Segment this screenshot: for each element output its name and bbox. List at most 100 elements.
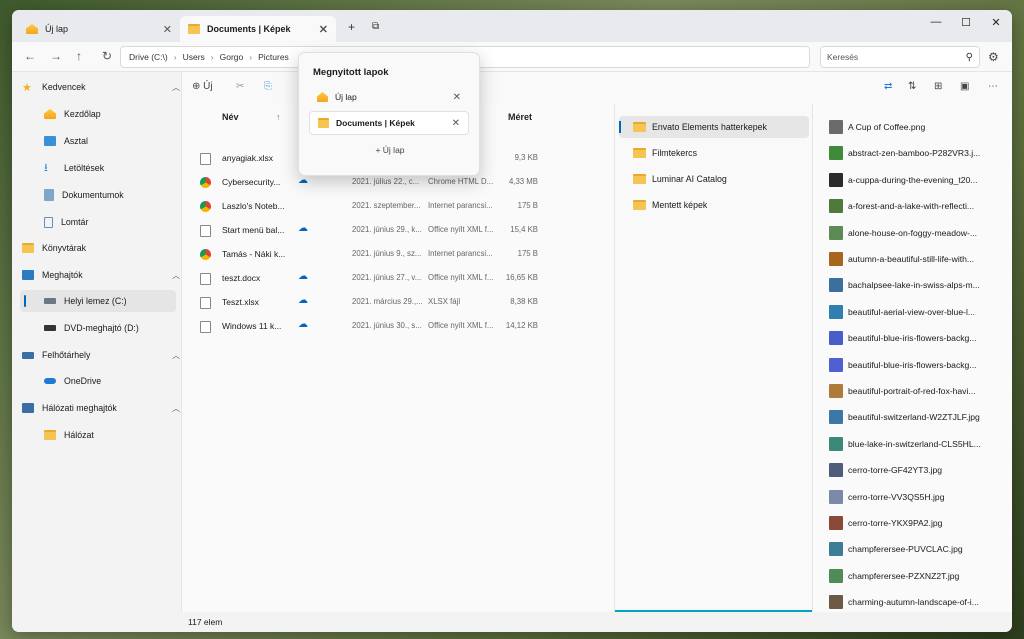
image-item[interactable]: abstract-zen-bamboo-P282VR3.j... [829, 142, 1011, 164]
image-item[interactable]: bachalpsee-lake-in-swiss-alps-m... [829, 274, 1011, 296]
image-name: abstract-zen-bamboo-P282VR3.j... [848, 148, 981, 159]
image-item[interactable]: beautiful-blue-iris-flowers-backg... [829, 354, 1011, 376]
folder-item[interactable]: Luminar AI Catalog [619, 168, 809, 190]
sidebar-item-kedvencek[interactable]: ★ Kedvencek ︿ [22, 76, 180, 98]
file-type: Office nyílt XML f... [428, 273, 494, 282]
file-row[interactable]: Teszt.xlsx ☁ 2021. március 29.,... XLSX fáj… [182, 292, 614, 314]
refresh-icon[interactable]: ↻ [102, 49, 112, 63]
tab-documents-kepek[interactable]: Documents | Képek ✕ [180, 16, 336, 42]
document-icon [200, 225, 211, 237]
search-input[interactable]: Keresés ⚲ [820, 46, 980, 68]
image-item[interactable]: beautiful-switzerland-W2ZTJLF.jpg [829, 406, 1011, 428]
breadcrumb-pictures[interactable]: Pictures [258, 52, 289, 62]
breadcrumb-drive[interactable]: Drive (C:\) [129, 52, 168, 62]
cut-icon[interactable]: ✂ [236, 81, 244, 92]
sidebar-item-asztal[interactable]: Asztal [44, 130, 88, 152]
tab-overview-icon[interactable]: ⧉ [372, 21, 379, 32]
share-icon[interactable]: ⇄ [884, 81, 892, 92]
sidebar-item-label: Kezdőlap [64, 109, 101, 119]
sidebar-item-dvd[interactable]: DVD-meghajtó (D:) [44, 317, 139, 339]
sort-ascending-icon[interactable]: ↑ [276, 112, 281, 122]
image-item[interactable]: A Cup of Coffee.png [829, 116, 1011, 138]
file-type: Internet parancsi... [428, 249, 493, 258]
chevron-up-icon[interactable]: ︿ [172, 270, 180, 281]
image-thumbnail-icon [829, 595, 843, 610]
close-icon[interactable]: ✕ [163, 23, 172, 36]
folder-item[interactable]: Envato Elements hatterkepek [619, 116, 809, 138]
sidebar-item-dokumentumok[interactable]: Dokumentumok [44, 184, 124, 206]
sidebar-item-letoltesek[interactable]: ⭳ Letöltések [44, 157, 104, 179]
file-size: 16,65 KB [505, 273, 538, 282]
sidebar-item-label: Letöltések [64, 163, 105, 173]
chevron-up-icon[interactable]: ︿ [172, 350, 180, 361]
image-item[interactable]: beautiful-aerial-view-over-blue-l... [829, 301, 1011, 323]
popup-tab-documents[interactable]: Documents | Képek ✕ [309, 111, 469, 135]
image-item[interactable]: cerro-torre-VV3QS5H.jpg [829, 486, 1011, 508]
add-tab-button[interactable]: + [348, 20, 355, 34]
new-button[interactable]: ⊕ Új [192, 81, 213, 92]
popup-new-tab-button[interactable]: + Új lap [299, 145, 481, 155]
breadcrumb-separator-icon: › [249, 52, 253, 62]
minimize-button[interactable]: — [922, 16, 950, 28]
image-item[interactable]: champferersee-PZXNZ2T.jpg [829, 565, 1011, 587]
close-window-button[interactable]: ✕ [982, 16, 1010, 29]
copy-icon[interactable]: ⎘ [264, 81, 272, 92]
close-icon[interactable]: ✕ [453, 92, 461, 103]
sidebar-item-felhotarhely[interactable]: Felhőtárhely ︿ [22, 344, 180, 366]
image-item[interactable]: alone-house-on-foggy-meadow-... [829, 222, 1011, 244]
view-options-icon[interactable]: ⊞ [934, 81, 942, 92]
file-row[interactable]: teszt.docx ☁ 2021. június 27., v... Office … [182, 268, 614, 290]
image-name: beautiful-aerial-view-over-blue-l... [848, 306, 976, 317]
chevron-up-icon[interactable]: ︿ [172, 403, 180, 414]
image-item[interactable]: champferersee-PUVCLAC.jpg [829, 538, 1011, 560]
sidebar-item-lomtar[interactable]: Lomtár [44, 211, 88, 233]
image-item[interactable]: blue-lake-in-switzerland-CLS5HL... [829, 433, 1011, 455]
sidebar-item-helyi-lemez[interactable]: Helyi lemez (C:) [20, 290, 176, 312]
sidebar-item-konyvtarak[interactable]: Könyvtárak [22, 237, 86, 259]
back-icon[interactable]: ← [24, 49, 36, 63]
image-name: champferersee-PUVCLAC.jpg [848, 544, 963, 555]
search-icon[interactable]: ⚲ [966, 52, 973, 63]
tab-new[interactable]: Új lap ✕ [18, 16, 180, 42]
folder-label: Mentett képek [652, 200, 708, 210]
image-item[interactable]: cerro-torre-GF42YT3.jpg [829, 459, 1011, 481]
sort-icon[interactable]: ⇅ [908, 81, 916, 92]
image-item[interactable]: beautiful-portrait-of-red-fox-havi... [829, 380, 1011, 402]
gear-icon[interactable]: ⚙ [988, 50, 999, 64]
file-row[interactable]: Laszlo's Noteb... 2021. szeptember... Inte… [182, 196, 614, 218]
chevron-up-icon[interactable]: ︿ [172, 82, 180, 93]
forward-icon[interactable]: → [50, 49, 62, 63]
more-options-icon[interactable]: ⋯ [988, 81, 998, 92]
folder-item[interactable]: Filmtekercs [619, 142, 809, 164]
column-header-name[interactable]: Név [222, 112, 239, 122]
sidebar-item-halozati-meghajtok[interactable]: Hálózati meghajtók ︿ [22, 397, 180, 419]
image-item[interactable]: charming-autumn-landscape-of-i... [829, 591, 1011, 613]
image-item[interactable]: autumn-a-beautiful-still-life-with... [829, 248, 1011, 270]
sidebar-item-halozat[interactable]: Hálózat [44, 424, 94, 446]
cloud-storage-icon [22, 351, 34, 359]
image-item[interactable]: a-cuppa-during-the-evening_t20... [829, 169, 1011, 191]
popup-tab-uj-lap[interactable]: Új lap ✕ [309, 85, 469, 109]
column-header-size[interactable]: Méret [508, 112, 532, 122]
image-item[interactable]: cerro-torre-YKX9PA2.jpg [829, 512, 1011, 534]
image-thumbnail-icon [829, 568, 843, 583]
file-row[interactable]: Tamás - Náki k... 2021. június 9., sz... I… [182, 244, 614, 266]
image-item[interactable]: beautiful-blue-iris-flowers-backg... [829, 327, 1011, 349]
file-type: Office nyílt XML f... [428, 321, 494, 330]
breadcrumb-users[interactable]: Users [183, 52, 205, 62]
folder-icon [22, 243, 34, 253]
sidebar-item-label: Hálózati meghajtók [42, 403, 117, 413]
file-row[interactable]: Start menü bal... ☁ 2021. június 29., k...… [182, 220, 614, 242]
close-icon[interactable]: ✕ [319, 23, 328, 36]
folder-item[interactable]: Mentett képek [619, 194, 809, 216]
maximize-button[interactable]: ☐ [952, 16, 980, 29]
sidebar-item-kezdolap[interactable]: Kezdőlap [44, 103, 101, 125]
up-icon[interactable]: ↑ [76, 49, 82, 63]
sidebar-item-meghajtok[interactable]: Meghajtók ︿ [22, 264, 180, 286]
preview-pane-icon[interactable]: ▣ [960, 81, 969, 92]
file-row[interactable]: Windows 11 k... ☁ 2021. június 30., s... Of… [182, 316, 614, 338]
image-item[interactable]: a-forest-and-a-lake-with-reflecti... [829, 195, 1011, 217]
breadcrumb-gorgo[interactable]: Gorgo [220, 52, 244, 62]
close-icon[interactable]: ✕ [452, 118, 460, 129]
sidebar-item-onedrive[interactable]: OneDrive [44, 370, 101, 392]
